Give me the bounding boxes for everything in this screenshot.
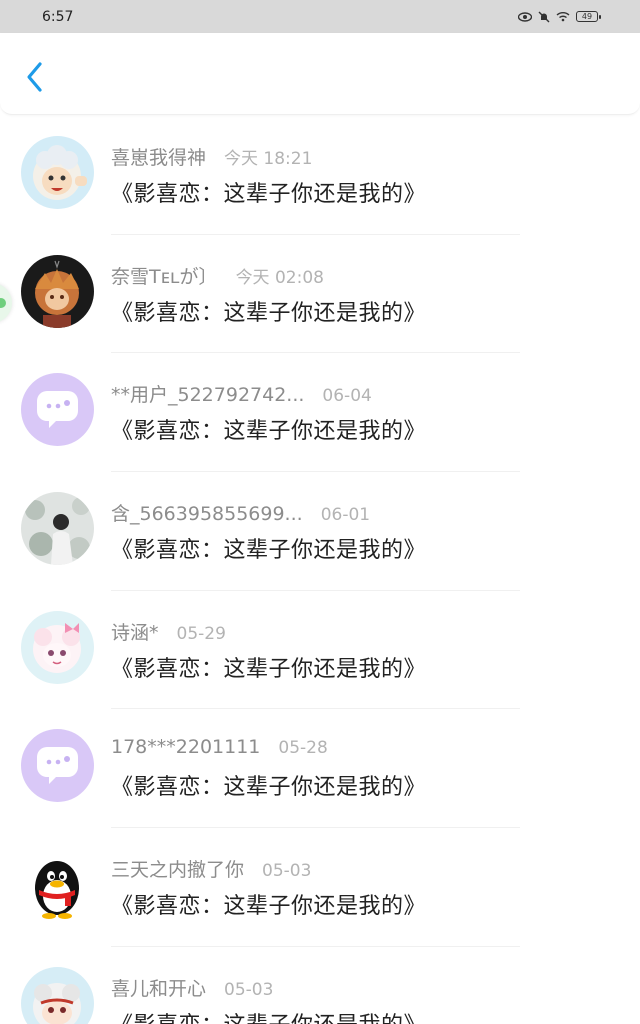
comment-list: 喜崽我得神 今天 18:21 《影喜恋：这辈子你还是我的》 奈雪Tᴇʟが〕 今天…	[0, 116, 640, 1024]
timestamp: 06-01	[320, 505, 371, 526]
pink-goat-avatar[interactable]	[21, 610, 94, 684]
status-icons: 49	[518, 11, 601, 23]
timestamp: 今天 02:08	[235, 267, 324, 288]
chevron-left-icon	[27, 62, 42, 92]
comment-text: 《影喜恋：这辈子你还是我的》	[111, 894, 427, 920]
list-item[interactable]: 178***2201111 05-28 《影喜恋：这辈子你还是我的》	[0, 709, 640, 829]
username[interactable]: 178***2201111	[111, 736, 260, 758]
comment-text: 《影喜恋：这辈子你还是我的》	[111, 538, 427, 564]
default-chat-avatar[interactable]	[21, 373, 94, 447]
list-item[interactable]: 奈雪Tᴇʟが〕 今天 02:08 《影喜恋：这辈子你还是我的》	[0, 235, 640, 354]
username[interactable]: 含_566395855699...	[111, 499, 303, 526]
comment-text: 《影喜恋：这辈子你还是我的》	[111, 775, 427, 801]
photo-avatar[interactable]	[21, 492, 94, 566]
comment-meta: 含_566395855699... 06-01	[111, 499, 370, 526]
eye-icon	[518, 11, 532, 22]
comment-text: 《影喜恋：这辈子你还是我的》	[111, 656, 427, 682]
timestamp: 05-29	[176, 623, 226, 644]
list-item[interactable]: 含_566395855699... 06-01 《影喜恋：这辈子你还是我的》	[0, 472, 640, 591]
anime-character-avatar[interactable]	[21, 254, 94, 328]
comment-meta: 喜崽我得神 今天 18:21	[111, 143, 312, 170]
status-time: 6:57	[42, 8, 74, 25]
comment-meta: 诗涵* 05-29	[111, 618, 226, 645]
comment-text: 《影喜恋：这辈子你还是我的》	[111, 1007, 426, 1024]
timestamp: 06-04	[322, 386, 372, 407]
username[interactable]: 奈雪Tᴇʟが〕	[111, 262, 218, 289]
timestamp: 今天 18:21	[224, 149, 313, 169]
list-item[interactable]: **用户_522792742... 06-04 《影喜恋：这辈子你还是我的》	[0, 353, 640, 473]
battery-icon: 49	[576, 11, 601, 22]
top-nav-bar	[0, 33, 640, 115]
penguin-avatar[interactable]	[21, 848, 94, 922]
username[interactable]: 诗涵*	[111, 618, 159, 645]
username[interactable]: 喜儿和开心	[111, 974, 206, 1001]
goat-cartoon-avatar[interactable]	[21, 136, 94, 209]
wifi-icon	[556, 12, 570, 22]
comment-text: 《影喜恋：这辈子你还是我的》	[111, 419, 427, 445]
comment-text: 《影喜恋：这辈子你还是我的》	[111, 300, 427, 326]
comment-meta: 喜儿和开心 05-03	[111, 974, 273, 1001]
username[interactable]: 三天之内撤了你	[111, 855, 244, 882]
comment-meta: 三天之内撤了你 05-03	[111, 855, 311, 882]
comment-meta: 奈雪Tᴇʟが〕 今天 02:08	[111, 262, 324, 289]
status-bar: 6:57 49	[0, 0, 640, 33]
back-button[interactable]	[20, 59, 50, 95]
goat-red-avatar[interactable]	[21, 966, 94, 1024]
list-item[interactable]: 喜儿和开心 05-03 《影喜恋：这辈子你还是我的》	[0, 947, 640, 1024]
timestamp: 05-03	[262, 861, 312, 882]
comment-text: 《影喜恋：这辈子你还是我的》	[111, 182, 427, 207]
mute-bell-icon	[538, 11, 550, 22]
username[interactable]: **用户_522792742...	[111, 380, 304, 407]
default-chat-avatar[interactable]	[21, 729, 94, 803]
list-item[interactable]: 三天之内撤了你 05-03 《影喜恋：这辈子你还是我的》	[0, 828, 640, 947]
timestamp: 05-28	[278, 738, 328, 759]
username[interactable]: 喜崽我得神	[111, 143, 206, 170]
timestamp: 05-03	[224, 979, 274, 1000]
list-item[interactable]: 诗涵* 05-29 《影喜恋：这辈子你还是我的》	[0, 591, 640, 710]
list-item[interactable]: 喜崽我得神 今天 18:21 《影喜恋：这辈子你还是我的》	[0, 116, 640, 235]
comment-meta: 178***2201111 05-28	[111, 736, 328, 758]
comment-meta: **用户_522792742... 06-04	[111, 380, 372, 407]
